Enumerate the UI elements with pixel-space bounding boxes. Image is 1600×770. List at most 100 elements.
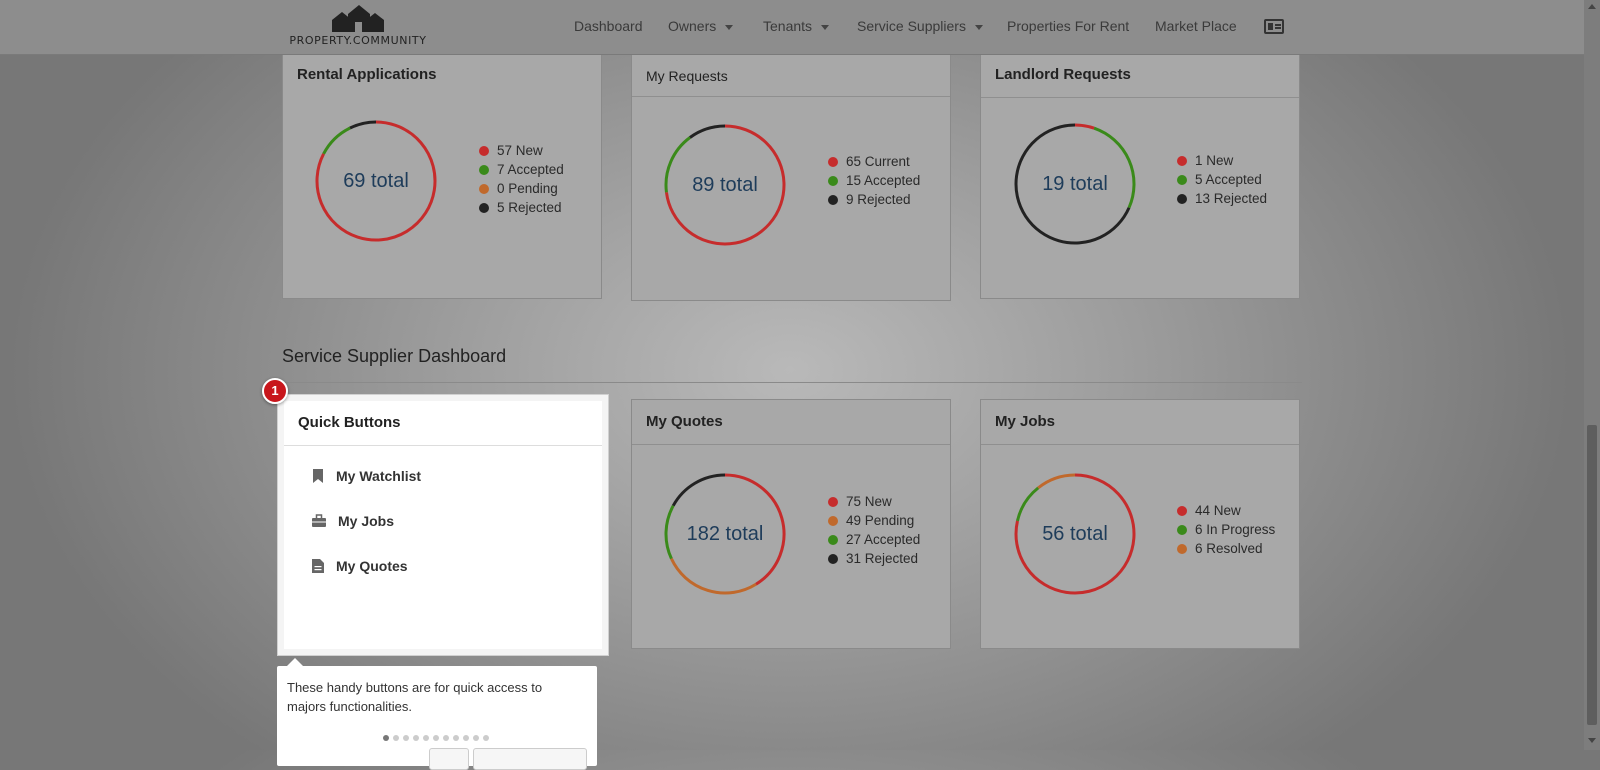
panel-title: My Jobs	[981, 400, 1299, 445]
brand-logo[interactable]: PROPERTY.COMMUNITY	[288, 4, 428, 50]
nav-owners[interactable]: Owners	[668, 18, 734, 34]
tour-back-button[interactable]	[429, 748, 469, 770]
panel-title: Landlord Requests	[981, 53, 1299, 98]
legend-item: 31 Rejected	[828, 549, 920, 568]
tour-progress-dot[interactable]	[403, 735, 409, 741]
tour-progress-dot[interactable]	[433, 735, 439, 741]
tour-progress-dot[interactable]	[463, 735, 469, 741]
tour-progress-dot[interactable]	[383, 735, 389, 741]
legend-dot	[479, 165, 489, 175]
legend-dot	[828, 497, 838, 507]
tour-progress-dot[interactable]	[473, 735, 479, 741]
legend-item: 6 In Progress	[1177, 520, 1275, 539]
nav-tenants[interactable]: Tenants	[763, 18, 830, 34]
id-card-icon[interactable]	[1264, 19, 1284, 34]
legend-dot	[828, 176, 838, 186]
donut-segment	[689, 124, 726, 139]
legend-dot	[1177, 506, 1187, 516]
legend-item: 5 Rejected	[479, 198, 564, 217]
legend-label: 6 Resolved	[1195, 541, 1263, 556]
donut-total: 182 total	[686, 523, 764, 545]
legend-label: 0 Pending	[497, 181, 558, 196]
legend-item: 15 Accepted	[828, 171, 920, 190]
quick-button-my-quotes[interactable]: My Quotes	[312, 558, 408, 574]
panel-landlord-requests: Landlord Requests 19 total 1 New 5 Accept…	[980, 52, 1300, 299]
panel-my-jobs: My Jobs 56 total 44 New 6 In Progress 6 Re…	[980, 399, 1300, 649]
legend-dot	[828, 516, 838, 526]
nav-properties-for-rent[interactable]: Properties For Rent	[1007, 18, 1129, 34]
panel-my-requests: My Requests 89 total 65 Current 15 Accept…	[631, 52, 951, 301]
donut-segment	[671, 473, 726, 507]
scroll-down-arrow-icon[interactable]	[1588, 738, 1596, 743]
caret-down-icon	[725, 24, 734, 30]
quick-button-my-watchlist[interactable]: My Watchlist	[312, 468, 421, 484]
legend-item: 9 Rejected	[828, 190, 920, 209]
quick-button-my-jobs[interactable]: My Jobs	[312, 513, 394, 529]
legend-dot	[1177, 525, 1187, 535]
donut-total: 19 total	[1042, 173, 1108, 195]
caret-down-icon	[821, 24, 830, 30]
legend-item: 0 Pending	[479, 179, 564, 198]
document-icon	[312, 559, 324, 573]
tour-progress-dot[interactable]	[393, 735, 399, 741]
nav-dashboard[interactable]: Dashboard	[574, 18, 643, 34]
legend-dot	[1177, 194, 1187, 204]
legend-dot	[479, 146, 489, 156]
tour-progress-dots	[383, 728, 493, 746]
donut-total: 69 total	[343, 170, 409, 192]
legend-item: 1 New	[1177, 151, 1267, 170]
legend-dot	[828, 195, 838, 205]
chart-legend: 65 Current 15 Accepted 9 Rejected	[828, 152, 920, 209]
tour-step-badge: 1	[262, 378, 288, 404]
nav-market-place[interactable]: Market Place	[1155, 18, 1237, 34]
legend-dot	[479, 203, 489, 213]
legend-item: 75 New	[828, 492, 920, 511]
legend-label: 31 Rejected	[846, 551, 919, 566]
scroll-thumb[interactable]	[1587, 425, 1597, 725]
chart-legend: 57 New 7 Accepted 0 Pending 5 Rejected	[479, 141, 564, 217]
legend-label: 65 Current	[846, 154, 910, 169]
nav-service-suppliers[interactable]: Service Suppliers	[857, 18, 983, 34]
tour-progress-dot[interactable]	[423, 735, 429, 741]
panel-title: Quick Buttons	[284, 401, 602, 446]
legend-item: 6 Resolved	[1177, 539, 1275, 558]
donut-total: 89 total	[692, 174, 758, 196]
tour-next-button[interactable]	[473, 748, 587, 770]
legend-item: 44 New	[1177, 501, 1275, 520]
legend-dot	[828, 554, 838, 564]
legend-label: 5 Accepted	[1195, 172, 1262, 187]
legend-label: 57 New	[497, 143, 543, 158]
legend-label: 75 New	[846, 494, 892, 509]
legend-label: 49 Pending	[846, 513, 915, 528]
legend-dot	[828, 535, 838, 545]
legend-item: 65 Current	[828, 152, 920, 171]
tour-progress-dot[interactable]	[413, 735, 419, 741]
donut-segment	[1037, 473, 1076, 490]
legend-item: 7 Accepted	[479, 160, 564, 179]
donut-segment	[322, 126, 351, 155]
legend-item: 5 Accepted	[1177, 170, 1267, 189]
legend-dot	[828, 157, 838, 167]
page-scrollbar[interactable]	[1584, 0, 1600, 750]
donut-total: 56 total	[1042, 523, 1108, 545]
legend-label: 13 Rejected	[1195, 191, 1268, 206]
tour-progress-dot[interactable]	[443, 735, 449, 741]
legend-item: 13 Rejected	[1177, 189, 1267, 208]
donut-segment	[349, 120, 377, 130]
tour-tooltip: These handy buttons are for quick access…	[277, 658, 597, 770]
scroll-up-arrow-icon[interactable]	[1588, 4, 1596, 9]
tour-progress-dot[interactable]	[453, 735, 459, 741]
panel-my-quotes: My Quotes 182 total 75 New 49 Pending 27 A…	[631, 399, 951, 649]
section-title: Service Supplier Dashboard	[282, 346, 507, 366]
section-divider	[282, 382, 1302, 383]
legend-item: 49 Pending	[828, 511, 920, 530]
briefcase-icon	[312, 514, 326, 527]
chart-legend: 1 New 5 Accepted 13 Rejected	[1177, 151, 1267, 208]
panel-quick-buttons: Quick Buttons My Watchlist My Jobs My Qu…	[278, 395, 608, 655]
tour-progress-dot[interactable]	[483, 735, 489, 741]
legend-dot	[1177, 156, 1187, 166]
top-navbar: PROPERTY.COMMUNITY Dashboard Owners Tena…	[0, 0, 1584, 55]
legend-item: 57 New	[479, 141, 564, 160]
donut-segment	[1074, 123, 1095, 130]
chart-legend: 75 New 49 Pending 27 Accepted 31 Rejected	[828, 492, 920, 568]
